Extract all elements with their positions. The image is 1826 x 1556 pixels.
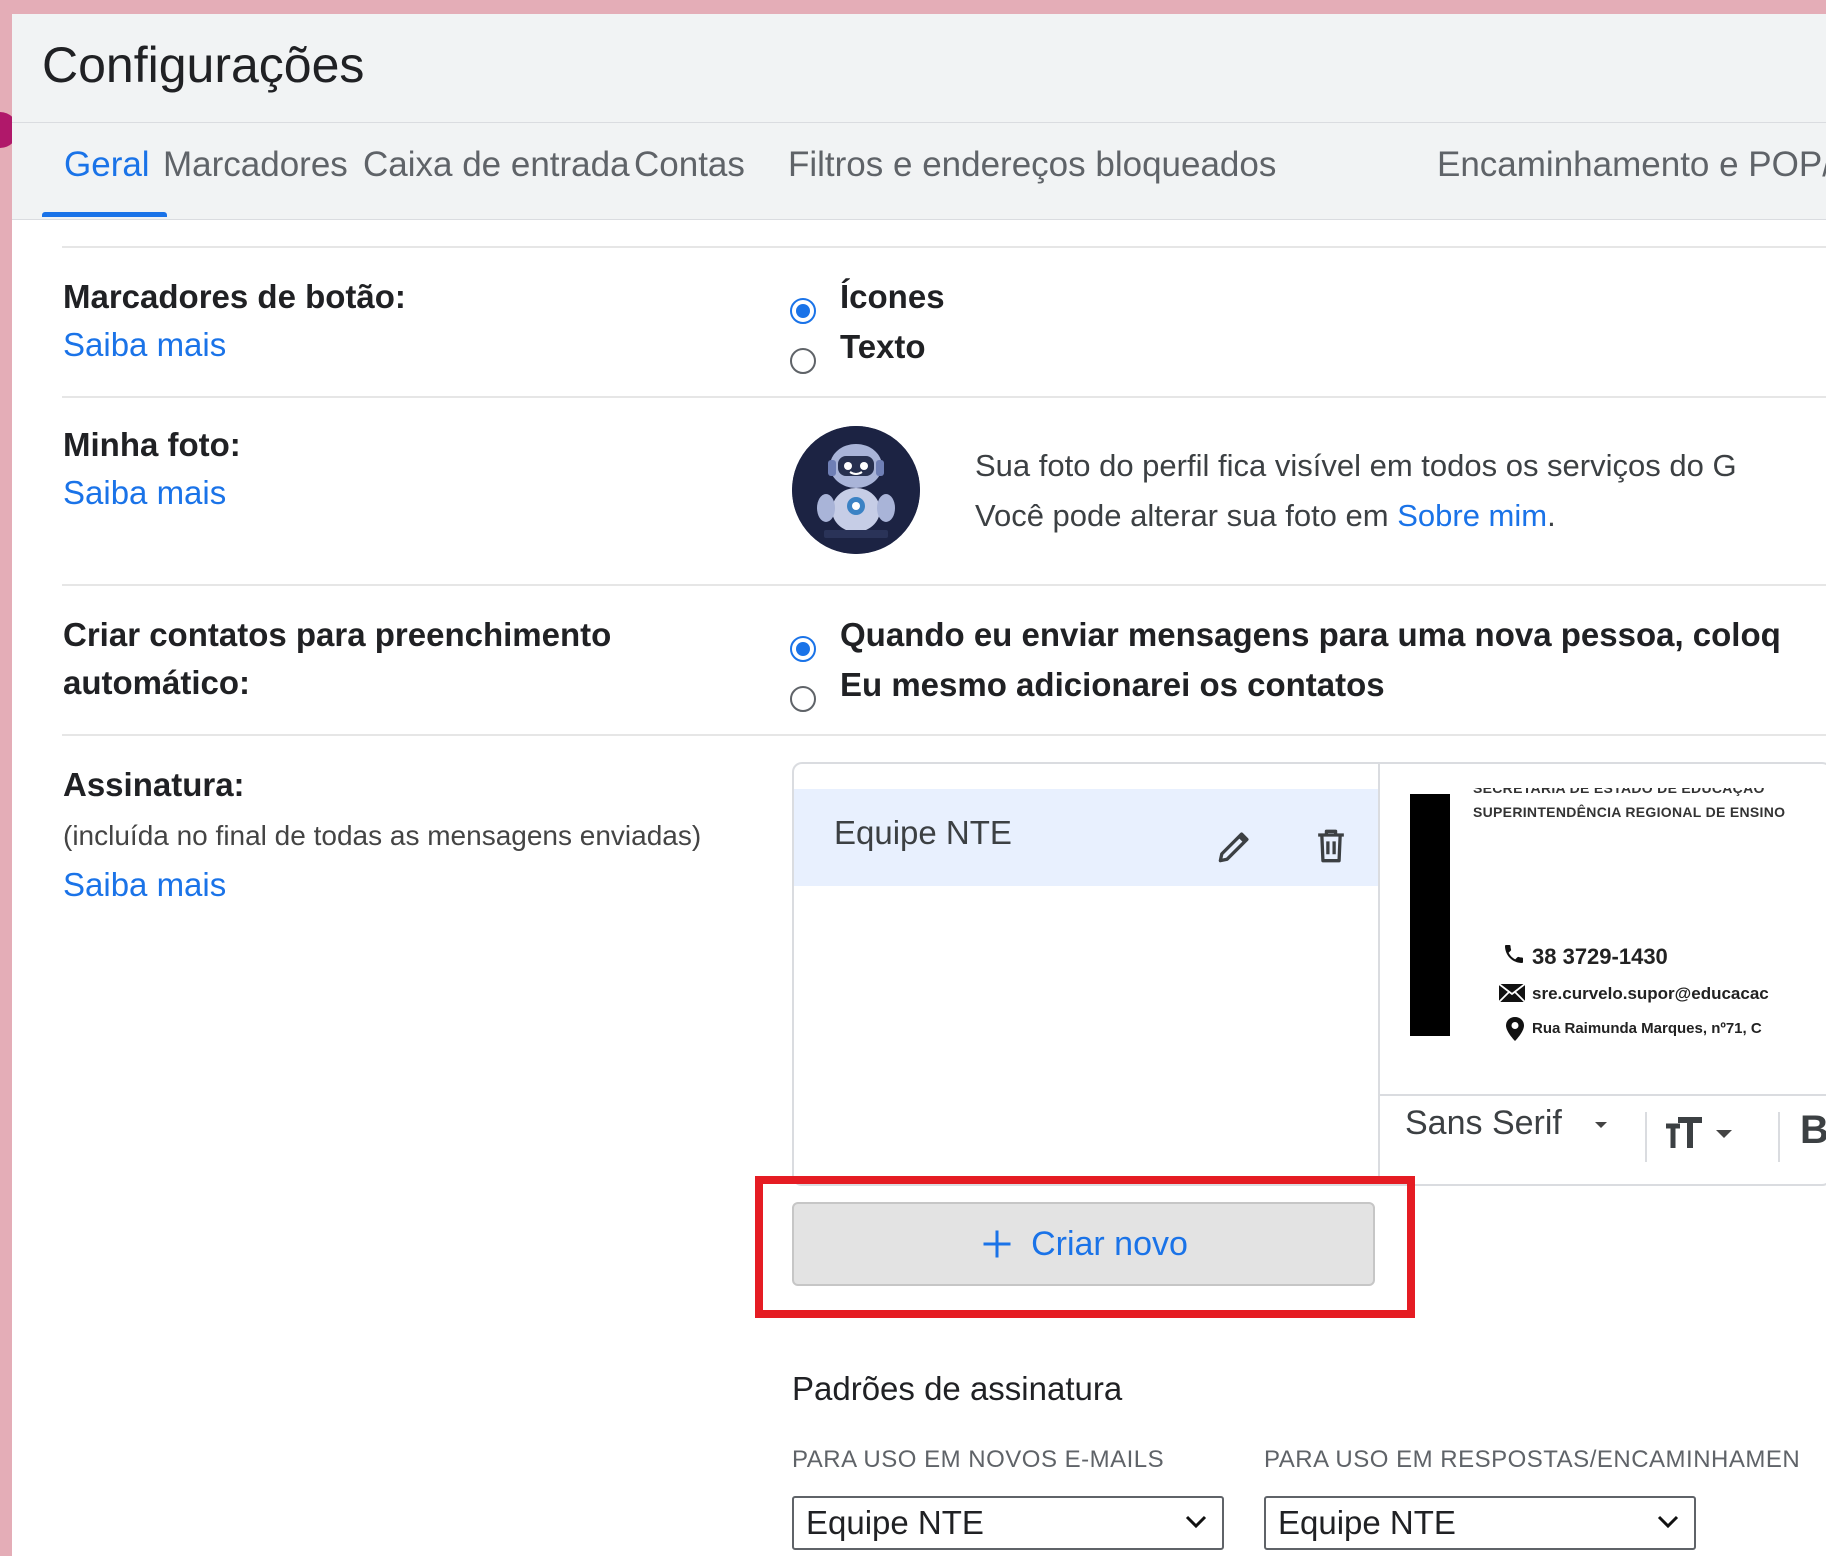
divider (62, 246, 1826, 248)
font-family-select[interactable]: Sans Serif (1405, 1104, 1611, 1143)
signature-address: Rua Raimunda Marques, nº71, C (1532, 1020, 1762, 1037)
editor-toolbar-border (1380, 1094, 1826, 1096)
signature-email: sre.curvelo.supor@educacac (1532, 984, 1769, 1003)
chevron-down-icon (1185, 1515, 1207, 1529)
signature-name: Equipe NTE (834, 814, 1012, 851)
autocomplete-label-line2: automático: (63, 664, 251, 701)
text-size-icon (1666, 1117, 1732, 1148)
robot-avatar-icon (792, 426, 920, 554)
toolbar-separator (1645, 1112, 1647, 1162)
tab-encaminhamento[interactable]: Encaminhamento e POP/ (1437, 145, 1826, 185)
my-photo-label: Minha foto: (63, 426, 241, 463)
tab-marcadores[interactable]: Marcadores (163, 145, 348, 185)
dropdown-arrow-icon (1595, 1122, 1608, 1129)
radio-icons[interactable] (790, 298, 816, 324)
radio-manual-add-label: Eu mesmo adicionarei os contatos (840, 666, 1385, 703)
signature-header1: SECRETARIA DE ESTADO DE EDUCAÇÃO (1473, 780, 1765, 796)
settings-panel: Configurações Geral Marcadores Caixa de … (12, 14, 1826, 1556)
new-emails-signature-value: Equipe NTE (806, 1504, 984, 1541)
tab-filtros[interactable]: Filtros e endereços bloqueados (788, 145, 1276, 185)
delete-signature-button[interactable] (1309, 824, 1353, 868)
title-bar: Configurações (12, 14, 1826, 122)
button-labels-label: Marcadores de botão: (63, 278, 406, 315)
photo-info-line1: Sua foto do perfil fica visível em todos… (975, 448, 1737, 483)
active-tab-indicator (42, 212, 167, 217)
photo-info-suffix: . (1547, 498, 1556, 533)
avatar[interactable] (792, 426, 920, 554)
radio-manual-add[interactable] (790, 686, 816, 712)
signature-learn-more[interactable]: Saiba mais (63, 866, 226, 904)
pencil-icon (1218, 832, 1249, 863)
photo-info-line2: Você pode alterar sua foto em Sobre mim. (975, 498, 1556, 534)
divider (62, 396, 1826, 398)
radio-text-label: Texto (840, 328, 926, 365)
bold-button[interactable]: B (1800, 1108, 1826, 1153)
radio-icons-label: Ícones (840, 278, 945, 315)
envelope-icon (1498, 983, 1526, 1003)
autocomplete-label-line1: Criar contatos para preenchimento (63, 616, 612, 653)
radio-auto-add-label: Quando eu enviar mensagens para uma nova… (840, 616, 1781, 653)
new-emails-signature-select[interactable]: Equipe NTE (792, 1496, 1224, 1550)
trash-icon (1318, 829, 1344, 863)
signature-black-bar (1410, 794, 1450, 1036)
replies-signature-value: Equipe NTE (1278, 1504, 1456, 1541)
settings-tabs: Geral Marcadores Caixa de entrada Contas… (12, 122, 1826, 220)
signature-preview[interactable]: SECRETARIA DE ESTADO DE EDUCAÇÃO SUPERIN… (1380, 764, 1826, 1094)
highlight-box (755, 1176, 1415, 1318)
button-labels-learn-more[interactable]: Saiba mais (63, 326, 226, 364)
page-title: Configurações (42, 37, 365, 93)
radio-auto-add[interactable] (790, 636, 816, 662)
location-pin-icon (1506, 1017, 1524, 1041)
tab-contas[interactable]: Contas (634, 145, 745, 185)
signature-header2: SUPERINTENDÊNCIA REGIONAL DE ENSINO (1473, 804, 1786, 820)
tab-caixa-de-entrada[interactable]: Caixa de entrada (363, 145, 630, 185)
toolbar-separator (1778, 1112, 1780, 1162)
my-photo-learn-more[interactable]: Saiba mais (63, 474, 226, 512)
new-emails-label: PARA USO EM NOVOS E-MAILS (792, 1446, 1165, 1473)
divider (62, 734, 1826, 736)
signature-phone: 38 3729-1430 (1532, 944, 1668, 969)
signature-label: Assinatura: (63, 766, 245, 803)
chevron-down-icon (1657, 1515, 1679, 1529)
font-family-value: Sans Serif (1405, 1104, 1562, 1142)
font-size-select[interactable] (1664, 1114, 1760, 1158)
phone-icon (1505, 945, 1523, 963)
signature-defaults-title: Padrões de assinatura (792, 1370, 1123, 1407)
photo-info-prefix: Você pode alterar sua foto em (975, 498, 1398, 533)
radio-text[interactable] (790, 348, 816, 374)
signature-sublabel: (incluída no final de todas as mensagens… (63, 820, 702, 851)
divider (62, 584, 1826, 586)
replies-label: PARA USO EM RESPOSTAS/ENCAMINHAMEN (1264, 1446, 1801, 1473)
about-me-link[interactable]: Sobre mim (1397, 498, 1547, 533)
tab-geral[interactable]: Geral (64, 145, 150, 185)
replies-signature-select[interactable]: Equipe NTE (1264, 1496, 1696, 1550)
edit-signature-button[interactable] (1213, 824, 1257, 868)
